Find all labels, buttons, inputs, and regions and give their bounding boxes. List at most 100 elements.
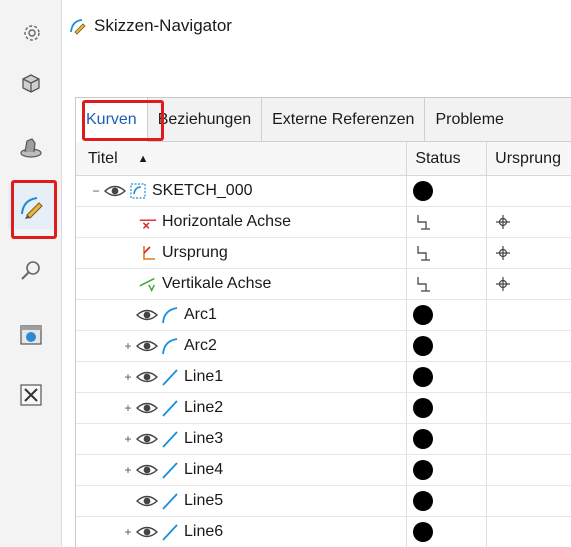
curve-tree: − SKETCH_000 Horizontale Achse Ursprung Vert…	[76, 176, 571, 547]
resource-bar	[0, 0, 62, 547]
status-filled-dot-icon	[413, 491, 434, 511]
status-filled-dot-icon	[413, 336, 434, 356]
sketch-pencil-icon[interactable]	[8, 183, 54, 229]
visibility-eye-icon[interactable]	[136, 338, 160, 354]
gear-icon[interactable]	[17, 18, 47, 48]
visibility-eye-icon[interactable]	[136, 493, 160, 509]
page-title: Skizzen-Navigator	[94, 16, 232, 35]
collapse-icon[interactable]: −	[90, 184, 102, 198]
browser-globe-icon[interactable]	[8, 312, 54, 358]
arc-icon	[160, 336, 180, 356]
tree-row[interactable]: + Line4	[76, 455, 571, 486]
row-origin-cell	[487, 393, 571, 423]
tree-row[interactable]: Ursprung	[76, 238, 571, 269]
visibility-eye-icon[interactable]	[136, 462, 160, 478]
visibility-eye-icon[interactable]	[136, 400, 160, 416]
navigator-panel: Kurven Beziehungen Externe Referenzen Pr…	[75, 97, 571, 547]
column-origin-label: Ursprung	[495, 149, 561, 167]
tree-row[interactable]: Line5	[76, 486, 571, 517]
tab-label: Externe Referenzen	[272, 110, 415, 128]
tab-label: Probleme	[435, 110, 504, 128]
row-title-cell[interactable]: + Line1	[76, 362, 408, 392]
tree-connector	[124, 247, 136, 259]
row-origin-cell	[487, 300, 571, 330]
row-status-cell	[407, 455, 488, 485]
visibility-eye-icon[interactable]	[136, 369, 160, 385]
row-origin-cell	[487, 486, 571, 516]
expand-icon[interactable]: +	[122, 401, 134, 415]
row-label: Line3	[184, 430, 224, 447]
row-title-cell[interactable]: − SKETCH_000	[76, 176, 408, 206]
visibility-eye-icon[interactable]	[136, 307, 160, 323]
part-cube-icon[interactable]	[8, 60, 54, 106]
row-label: Vertikale Achse	[162, 275, 272, 292]
row-title-cell[interactable]: + Line2	[76, 393, 408, 423]
tree-row[interactable]: + Line2	[76, 393, 571, 424]
row-label: SKETCH_000	[152, 182, 253, 199]
tree-row[interactable]: − SKETCH_000	[76, 176, 571, 207]
tab-kurven[interactable]: Kurven	[76, 98, 148, 142]
visibility-eye-icon[interactable]	[136, 524, 160, 540]
visibility-eye-icon[interactable]	[104, 183, 128, 199]
column-header-origin[interactable]: Ursprung	[487, 142, 571, 175]
tree-row[interactable]: Horizontale Achse	[76, 207, 571, 238]
column-header-title[interactable]: Titel ▲	[76, 142, 408, 175]
row-origin-cell	[487, 455, 571, 485]
origin-anchor-icon	[495, 276, 511, 292]
status-filled-dot-icon	[413, 367, 434, 387]
tab-beziehungen[interactable]: Beziehungen	[147, 98, 263, 141]
status-filled-dot-icon	[413, 429, 434, 449]
tree-row[interactable]: + Arc2	[76, 331, 571, 362]
tree-row[interactable]: + Line3	[76, 424, 571, 455]
tree-row[interactable]: + Line1	[76, 362, 571, 393]
row-title-cell[interactable]: Ursprung	[76, 238, 408, 268]
row-label: Line4	[184, 461, 224, 478]
row-title-cell[interactable]: + Arc2	[76, 331, 408, 361]
row-label: Arc2	[184, 337, 217, 354]
row-status-cell	[407, 486, 488, 516]
visibility-eye-icon[interactable]	[136, 431, 160, 447]
row-label: Ursprung	[162, 244, 228, 261]
tree-connector	[122, 495, 134, 507]
row-status-cell	[407, 424, 488, 454]
expand-icon[interactable]: +	[122, 525, 134, 539]
row-status-cell	[407, 207, 488, 237]
arc-icon	[160, 305, 180, 325]
row-title-cell[interactable]: Horizontale Achse	[76, 207, 408, 237]
row-status-cell	[407, 362, 488, 392]
row-origin-cell	[487, 331, 571, 361]
row-origin-cell	[487, 424, 571, 454]
tree-row[interactable]: Vertikale Achse	[76, 269, 571, 300]
row-status-cell	[407, 517, 488, 547]
assembly-icon[interactable]	[8, 125, 54, 171]
row-status-cell	[407, 331, 488, 361]
tools-icon[interactable]	[8, 372, 54, 418]
status-filled-dot-icon	[413, 181, 434, 201]
tree-connector	[122, 309, 134, 321]
tree-row[interactable]: Arc1	[76, 300, 571, 331]
tree-row[interactable]: + Line6	[76, 517, 571, 547]
tab-probleme[interactable]: Probleme	[425, 98, 514, 141]
expand-icon[interactable]: +	[122, 370, 134, 384]
row-status-cell	[407, 238, 488, 268]
row-title-cell[interactable]: + Line3	[76, 424, 408, 454]
row-origin-cell	[487, 362, 571, 392]
magnifier-icon[interactable]	[8, 248, 54, 294]
column-header-status[interactable]: Status	[407, 142, 488, 175]
origin-anchor-icon	[495, 214, 511, 230]
expand-icon[interactable]: +	[122, 339, 134, 353]
row-title-cell[interactable]: + Line6	[76, 517, 408, 547]
horizontal-axis-icon	[138, 212, 158, 232]
row-label: Arc1	[184, 306, 217, 323]
row-title-cell[interactable]: Vertikale Achse	[76, 269, 408, 299]
expand-icon[interactable]: +	[122, 463, 134, 477]
row-status-cell	[407, 300, 488, 330]
row-origin-cell	[487, 269, 571, 299]
row-title-cell[interactable]: + Line4	[76, 455, 408, 485]
status-filled-dot-icon	[413, 305, 434, 325]
row-origin-cell	[487, 517, 571, 547]
expand-icon[interactable]: +	[122, 432, 134, 446]
tab-externe-referenzen[interactable]: Externe Referenzen	[262, 98, 426, 141]
row-title-cell[interactable]: Line5	[76, 486, 408, 516]
row-title-cell[interactable]: Arc1	[76, 300, 408, 330]
